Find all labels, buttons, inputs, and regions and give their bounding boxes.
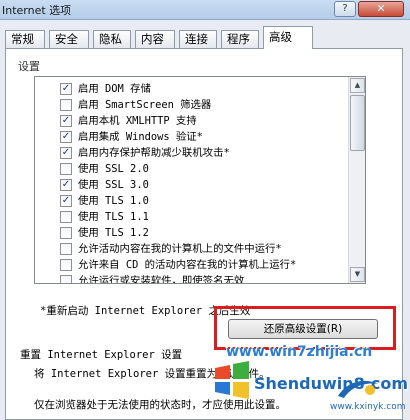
windows-logo-icon (215, 361, 249, 399)
settings-row-label: 启用 SmartScreen 筛选器 (78, 99, 212, 111)
settings-row-label: 使用 SSL 2.0 (78, 163, 149, 175)
settings-row[interactable]: 使用 SSL 2.0 (35, 161, 349, 177)
settings-row[interactable]: ✓ 启用本机 XMLHTTP 支持 (35, 113, 349, 129)
swoosh-logo-icon (338, 380, 378, 398)
checked-checkbox[interactable]: ✓ (60, 147, 72, 159)
tab-3[interactable]: 隐私 (93, 30, 131, 48)
restore-advanced-settings-button[interactable]: 还原高级设置(R) (228, 319, 378, 339)
settings-list[interactable]: ✓ 启用 DOM 存储启用 SmartScreen 筛选器 ✓ 启用本机 XMLHTT… (34, 76, 366, 284)
settings-row-label: 启用集成 Windows 验证* (78, 131, 203, 143)
settings-row-label: 允许来自 CD 的活动内容在我的计算机上运行* (78, 259, 297, 271)
watermark-brand: Shenduwin8.com (254, 374, 409, 393)
window-title: Internet 选项 (2, 4, 72, 17)
title-bar: Internet 选项 ? ✕ (0, 0, 410, 20)
settings-row-label: 使用 TLS 1.2 (78, 227, 149, 239)
settings-row[interactable]: 允许来自 CD 的活动内容在我的计算机上运行* (35, 257, 349, 273)
settings-row[interactable]: ✓ 使用 TLS 1.0 (35, 193, 349, 209)
settings-scrollbar[interactable]: ▲ ▼ (348, 77, 365, 283)
scroll-down-arrow-icon[interactable]: ▼ (350, 267, 365, 282)
unchecked-checkbox[interactable] (60, 275, 72, 283)
close-button[interactable]: ✕ (358, 1, 404, 17)
unchecked-checkbox[interactable] (60, 99, 72, 111)
settings-row-label: 使用 TLS 1.0 (78, 195, 149, 207)
tab-5[interactable]: 连接 (179, 30, 217, 48)
checked-checkbox[interactable]: ✓ (60, 179, 72, 191)
help-button[interactable]: ? (334, 1, 356, 17)
settings-group-label: 设置 (18, 60, 40, 73)
settings-row-label: 启用 DOM 存储 (78, 83, 151, 95)
settings-row[interactable]: ✓ 启用 DOM 存储 (35, 81, 349, 97)
settings-row-label: 启用内存保护帮助减少联机攻击* (78, 147, 230, 159)
watermark-url: www.win7zhijia.cn (226, 344, 373, 360)
settings-row[interactable]: 启用 SmartScreen 筛选器 (35, 97, 349, 113)
tab-7[interactable]: 高级 (263, 26, 313, 49)
checked-checkbox[interactable]: ✓ (60, 131, 72, 143)
unchecked-checkbox[interactable] (60, 227, 72, 239)
scroll-up-arrow-icon[interactable]: ▲ (350, 78, 365, 93)
settings-row[interactable]: 允许运行或安装软件，即使签名无效 (35, 273, 349, 284)
unchecked-checkbox[interactable] (60, 211, 72, 223)
settings-row[interactable]: 使用 TLS 1.2 (35, 225, 349, 241)
settings-row-label: 使用 SSL 3.0 (78, 179, 149, 191)
settings-row-label: 启用本机 XMLHTTP 支持 (78, 115, 197, 127)
reset-heading: 重置 Internet Explorer 设置 (20, 349, 183, 361)
checked-checkbox[interactable]: ✓ (60, 115, 72, 127)
unchecked-checkbox[interactable] (60, 243, 72, 255)
unchecked-checkbox[interactable] (60, 259, 72, 271)
settings-row[interactable]: 使用 TLS 1.1 (35, 209, 349, 225)
tab-2[interactable]: 安全 (49, 30, 89, 48)
settings-row-label: 允许运行或安装软件，即使签名无效 (78, 275, 245, 284)
settings-row[interactable]: ✓ 启用内存保护帮助减少联机攻击* (35, 145, 349, 161)
checked-checkbox[interactable]: ✓ (60, 83, 72, 95)
settings-row[interactable]: ✓ 启用集成 Windows 验证* (35, 129, 349, 145)
settings-list-items: ✓ 启用 DOM 存储启用 SmartScreen 筛选器 ✓ 启用本机 XMLHTT… (35, 81, 349, 284)
unchecked-checkbox[interactable] (60, 163, 72, 175)
tab-6[interactable]: 程序 (221, 30, 259, 48)
settings-row-label: 允许活动内容在我的计算机上的文件中运行* (78, 243, 282, 255)
settings-row[interactable]: ✓ 使用 SSL 3.0 (35, 177, 349, 193)
tab-4[interactable]: 内容 (135, 30, 175, 48)
settings-row[interactable]: 允许活动内容在我的计算机上的文件中运行* (35, 241, 349, 257)
checked-checkbox[interactable]: ✓ (60, 195, 72, 207)
watermark-site: www.kxinyk.com (330, 402, 406, 412)
settings-row-label: 使用 TLS 1.1 (78, 211, 149, 223)
restart-note: *重新启动 Internet Explorer 之后生效 (40, 305, 251, 317)
tab-1[interactable]: 常规 (5, 30, 45, 48)
scroll-thumb[interactable] (350, 95, 365, 151)
